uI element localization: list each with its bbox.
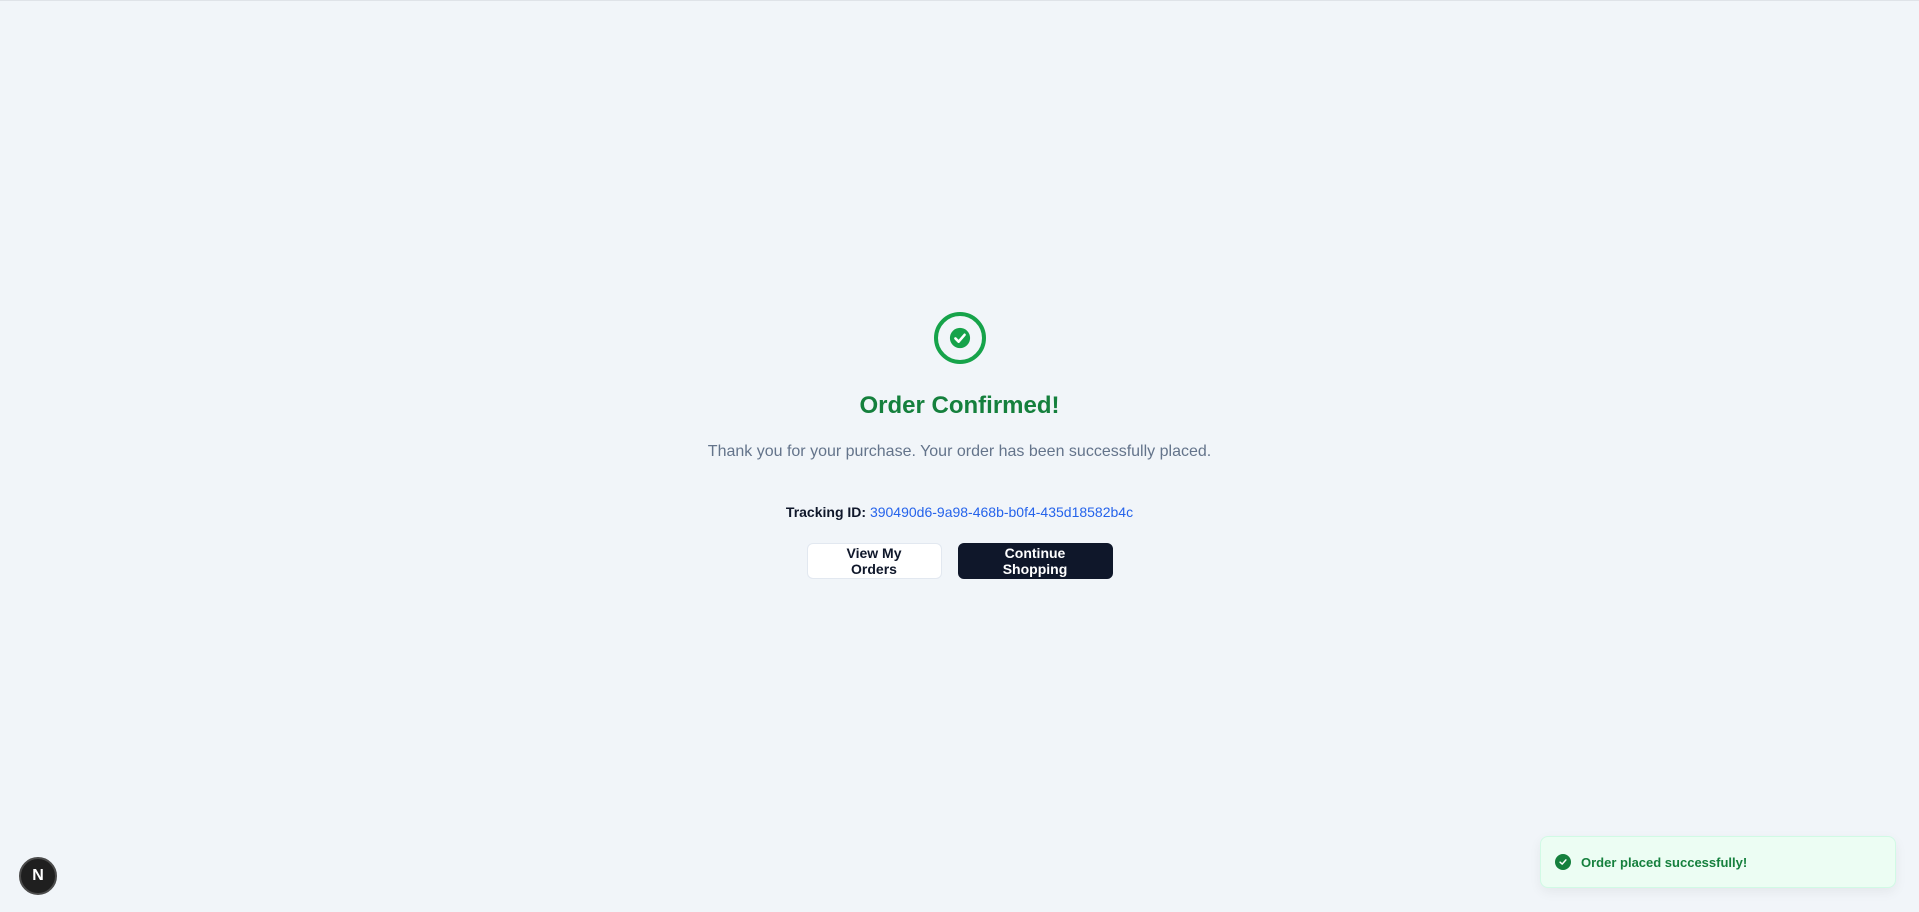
view-my-orders-button[interactable]: View My Orders [806, 543, 942, 579]
page: Order Confirmed! Thank you for your purc… [0, 0, 1919, 912]
confirmation-message: Thank you for your purchase. Your order … [707, 443, 1212, 460]
page-title: Order Confirmed! [859, 392, 1060, 419]
tracking-label: Tracking ID: [785, 504, 867, 520]
tracking-info: Tracking ID: 390490d6-9a98-468b-b0f4-435… [786, 502, 1133, 522]
order-confirmation: Order Confirmed! Thank you for your purc… [0, 312, 1919, 579]
dev-tools-badge[interactable]: N [19, 857, 57, 895]
dev-tools-badge-letter: N [32, 867, 44, 884]
tracking-id: 390490d6-9a98-468b-b0f4-435d18582b4c [869, 504, 1134, 520]
top-divider [0, 0, 1919, 1]
toast-message: Order placed successfully! [1581, 854, 1748, 870]
success-toast: Order placed successfully! [1540, 836, 1896, 888]
check-circle-icon [933, 312, 986, 364]
check-circle-icon [1555, 854, 1571, 870]
action-buttons: View My Orders Continue Shopping [806, 543, 1113, 579]
continue-shopping-button[interactable]: Continue Shopping [957, 543, 1113, 579]
